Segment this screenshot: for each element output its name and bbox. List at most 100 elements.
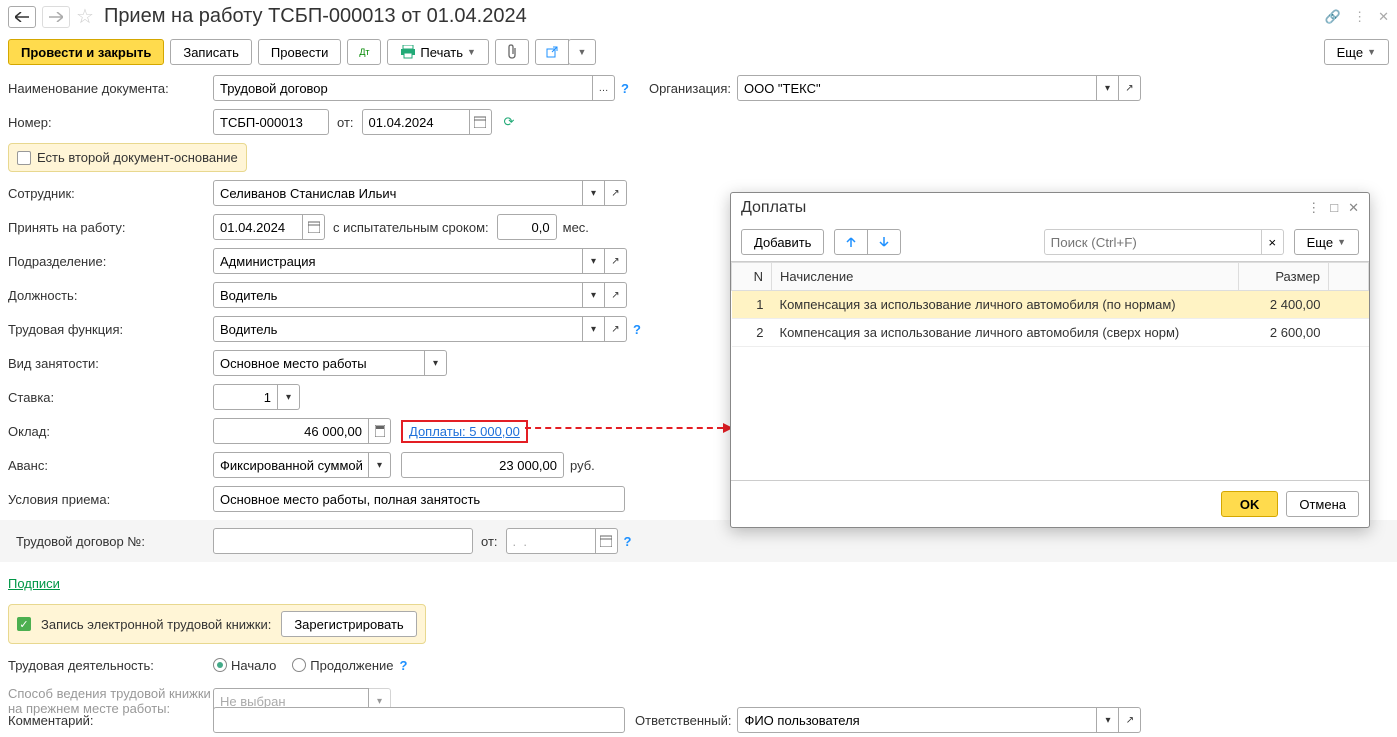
- dropdown-button[interactable]: ▾: [369, 452, 391, 478]
- select-button[interactable]: …: [593, 75, 615, 101]
- signatures-link[interactable]: Подписи: [8, 576, 60, 591]
- radio-icon: [292, 658, 306, 672]
- employ-type-input[interactable]: [213, 350, 425, 376]
- help-icon[interactable]: ?: [621, 81, 629, 96]
- advance-value-input[interactable]: [401, 452, 564, 478]
- popup-search-clear[interactable]: ×: [1262, 229, 1284, 255]
- col-size-header[interactable]: Размер: [1239, 263, 1329, 291]
- open-button[interactable]: ↗: [1119, 707, 1141, 733]
- favorite-star-icon[interactable]: ☆: [76, 4, 94, 29]
- comment-input[interactable]: [213, 707, 625, 733]
- popup-cancel-button[interactable]: Отмена: [1286, 491, 1359, 517]
- close-icon[interactable]: ✕: [1378, 9, 1389, 25]
- calendar-button[interactable]: [596, 528, 618, 554]
- dropdown-button[interactable]: ▾: [278, 384, 300, 410]
- post-and-close-button[interactable]: Провести и закрыть: [8, 39, 164, 65]
- help-icon[interactable]: ?: [633, 322, 641, 337]
- nav-forward-button[interactable]: [42, 6, 70, 28]
- doc-name-input[interactable]: [213, 75, 593, 101]
- popup-title: Доплаты: [741, 199, 806, 217]
- print-button[interactable]: Печать ▼: [387, 39, 489, 65]
- rate-input[interactable]: [213, 384, 278, 410]
- nav-back-button[interactable]: [8, 6, 36, 28]
- popup-kebab-icon[interactable]: ⋮: [1307, 200, 1320, 216]
- move-up-button[interactable]: [834, 229, 868, 255]
- dropdown-button[interactable]: ▾: [425, 350, 447, 376]
- addl-payments-link[interactable]: Доплаты: 5 000,00: [409, 424, 520, 439]
- func-label: Трудовая функция:: [8, 322, 213, 337]
- dropdown-button[interactable]: ▾: [583, 282, 605, 308]
- ework-group: ✓ Запись электронной трудовой книжки: За…: [8, 604, 426, 644]
- dropdown-button[interactable]: ▾: [583, 180, 605, 206]
- popup-close-icon[interactable]: ✕: [1348, 200, 1359, 216]
- responsible-input[interactable]: [737, 707, 1097, 733]
- number-input[interactable]: [213, 109, 329, 135]
- more-button[interactable]: Еще ▼: [1324, 39, 1389, 65]
- from-label: от:: [337, 115, 354, 130]
- help-icon[interactable]: ?: [400, 658, 408, 673]
- calendar-button[interactable]: [470, 109, 492, 135]
- kebab-menu-icon[interactable]: ⋮: [1353, 9, 1366, 25]
- org-input[interactable]: [737, 75, 1097, 101]
- dropdown-button[interactable]: ▾: [583, 316, 605, 342]
- open-button[interactable]: ↗: [605, 282, 627, 308]
- contract-no-input[interactable]: [213, 528, 473, 554]
- dropdown-button[interactable]: ▾: [1097, 75, 1119, 101]
- popup-more-button[interactable]: Еще ▼: [1294, 229, 1359, 255]
- attach-button[interactable]: [495, 39, 529, 65]
- table-row[interactable]: 1 Компенсация за использование личного а…: [732, 291, 1369, 319]
- calendar-button[interactable]: [303, 214, 325, 240]
- export-icon: [545, 45, 559, 59]
- dropdown-button[interactable]: ▾: [1097, 707, 1119, 733]
- table-row[interactable]: 2 Компенсация за использование личного а…: [732, 319, 1369, 347]
- open-button[interactable]: ↗: [605, 180, 627, 206]
- date-input[interactable]: [362, 109, 470, 135]
- refresh-icon[interactable]: ⟳: [504, 114, 515, 130]
- employee-input[interactable]: [213, 180, 583, 206]
- advance-type-input[interactable]: [213, 452, 369, 478]
- popup-maximize-icon[interactable]: □: [1330, 200, 1338, 216]
- trial-input[interactable]: [497, 214, 557, 240]
- col-n-header[interactable]: N: [732, 263, 772, 291]
- doc-name-label: Наименование документа:: [8, 81, 213, 96]
- col-name-header[interactable]: Начисление: [772, 263, 1239, 291]
- dropdown-button[interactable]: ▾: [583, 248, 605, 274]
- open-button[interactable]: ↗: [605, 248, 627, 274]
- conditions-input[interactable]: [213, 486, 625, 512]
- trial-unit-label: мес.: [563, 220, 589, 235]
- register-button[interactable]: Зарегистрировать: [281, 611, 416, 637]
- header-actions: 🔗 ⋮ ✕: [1325, 9, 1389, 25]
- number-label: Номер:: [8, 115, 213, 130]
- dept-input[interactable]: [213, 248, 583, 274]
- salary-input[interactable]: [213, 418, 369, 444]
- post-button[interactable]: Провести: [258, 39, 342, 65]
- activity-start-radio[interactable]: Начало: [213, 658, 276, 673]
- misc-dropdown[interactable]: ▼: [568, 39, 596, 65]
- dt-kt-button[interactable]: Дт: [347, 39, 381, 65]
- write-button[interactable]: Записать: [170, 39, 252, 65]
- header: ☆ Прием на работу ТСБП-000013 от 01.04.2…: [0, 0, 1397, 33]
- ework-label: Запись электронной трудовой книжки:: [41, 617, 271, 632]
- func-input[interactable]: [213, 316, 583, 342]
- second-doc-checkbox-row[interactable]: Есть второй документ-основание: [8, 143, 247, 172]
- contract-date-input[interactable]: [506, 528, 596, 554]
- position-input[interactable]: [213, 282, 583, 308]
- chevron-down-icon: ▼: [1367, 47, 1376, 57]
- rate-label: Ставка:: [8, 390, 213, 405]
- hire-date-input[interactable]: [213, 214, 303, 240]
- help-icon[interactable]: ?: [624, 534, 632, 549]
- open-button[interactable]: ↗: [605, 316, 627, 342]
- move-down-button[interactable]: [867, 229, 901, 255]
- popup-ok-button[interactable]: OK: [1221, 491, 1279, 517]
- annotation-arrow: [525, 427, 723, 429]
- link-icon[interactable]: 🔗: [1325, 9, 1341, 25]
- checkbox-checked-icon[interactable]: ✓: [17, 617, 31, 631]
- activity-cont-radio[interactable]: Продолжение: [292, 658, 393, 673]
- open-button[interactable]: ↗: [1119, 75, 1141, 101]
- popup-add-button[interactable]: Добавить: [741, 229, 824, 255]
- popup-search-input[interactable]: [1044, 229, 1262, 255]
- misc-button[interactable]: [535, 39, 569, 65]
- calc-button[interactable]: [369, 418, 391, 444]
- contract-from-label: от:: [481, 534, 498, 549]
- arrow-down-icon: [878, 236, 890, 248]
